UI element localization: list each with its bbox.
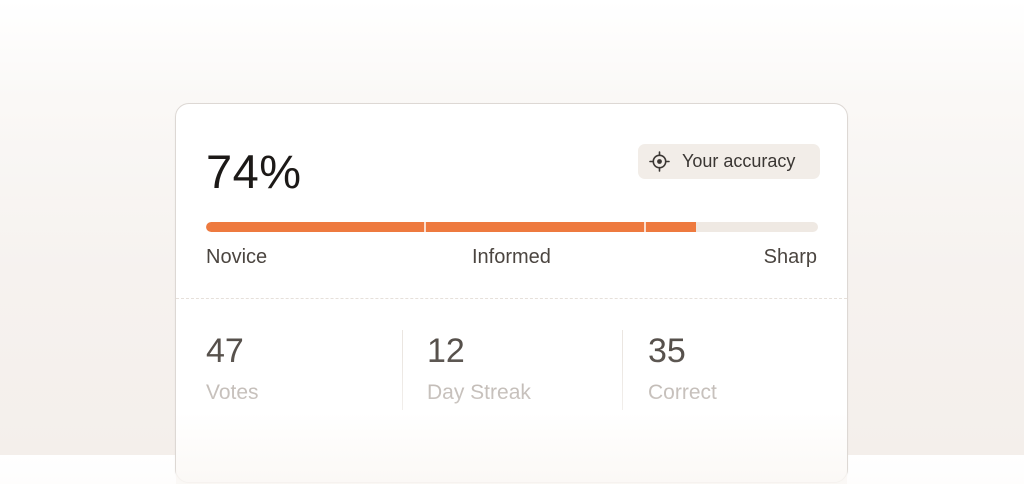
accuracy-badge: Your accuracy <box>638 144 820 179</box>
stat-divider <box>402 330 403 410</box>
stat-votes: 47 Votes <box>206 330 406 406</box>
section-divider <box>176 298 847 299</box>
stat-divider <box>622 330 623 410</box>
level-label-sharp: Sharp <box>763 246 817 268</box>
stat-day-streak-label: Day Streak <box>427 381 531 404</box>
stat-day-streak-value: 12 <box>427 332 465 370</box>
level-label-novice: Novice <box>206 246 268 268</box>
target-icon <box>649 151 670 172</box>
stat-correct-value: 35 <box>648 332 686 370</box>
accuracy-card: 74% Your accuracy Novice Informed Sharp … <box>175 103 848 484</box>
accuracy-progress-fill <box>206 222 696 232</box>
stat-day-streak: 12 Day Streak <box>427 330 627 406</box>
progress-tier-divider <box>424 222 426 232</box>
stat-correct-label: Correct <box>648 381 717 404</box>
stat-correct: 35 Correct <box>648 330 848 406</box>
accuracy-value: 74% <box>206 145 302 198</box>
stat-votes-label: Votes <box>206 381 259 404</box>
level-label-informed: Informed <box>472 246 551 268</box>
progress-tier-divider <box>644 222 646 232</box>
stat-votes-value: 47 <box>206 332 244 370</box>
accuracy-progress-bar <box>206 222 818 232</box>
accuracy-badge-label: Your accuracy <box>682 151 796 171</box>
